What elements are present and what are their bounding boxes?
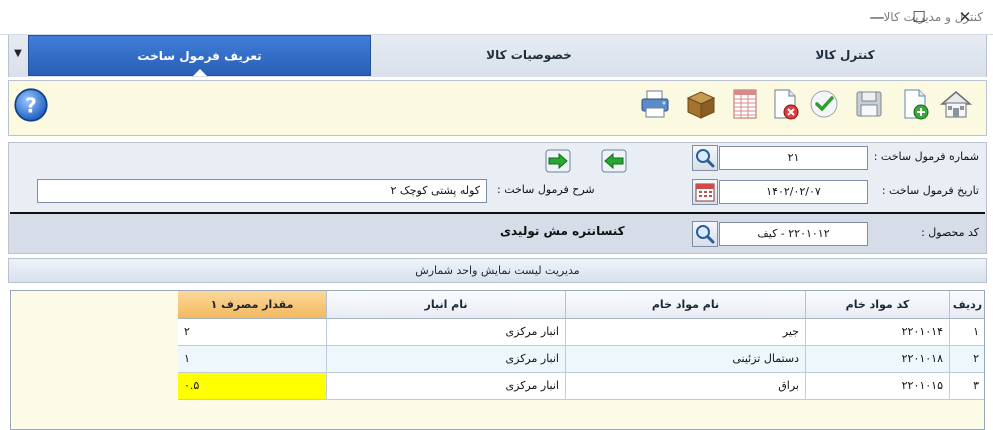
- help-glyph: ?: [25, 93, 37, 117]
- table-icon[interactable]: [727, 86, 763, 122]
- table-row-2-index[interactable]: ۲: [950, 346, 984, 373]
- table-row-1-name[interactable]: جیر: [566, 319, 806, 346]
- table-row-2-name[interactable]: دستمال تزئینی: [566, 346, 806, 373]
- table-row-1-quantity[interactable]: ۲: [178, 319, 327, 346]
- delete-document-icon[interactable]: [767, 86, 803, 122]
- tab-dropdown-arrow-icon[interactable]: ▼: [11, 47, 25, 61]
- table-row-2-code[interactable]: ۲۲۰۱۰۱۸: [806, 346, 950, 373]
- product-code-label: کد محصول :: [921, 226, 979, 239]
- table-row-3-warehouse[interactable]: انبار مرکزی: [327, 373, 566, 400]
- product-code-field[interactable]: ۲۲۰۱۰۱۲ - کیف: [719, 222, 868, 246]
- tab-product-control[interactable]: کنترل کالا: [705, 35, 985, 76]
- previous-arrow-icon: [601, 149, 627, 173]
- help-icon[interactable]: ?: [13, 87, 48, 122]
- maximize-button[interactable]: ☐: [904, 6, 934, 28]
- toolbar: ?: [8, 80, 987, 136]
- column-header-row[interactable]: ردیف: [950, 291, 984, 319]
- column-header-name[interactable]: نام مواد خام: [566, 291, 806, 319]
- date-picker-button[interactable]: [692, 179, 718, 205]
- formula-number-field[interactable]: ۲۱: [719, 146, 868, 170]
- confirm-icon[interactable]: [806, 86, 842, 122]
- formula-date-field[interactable]: ۱۴۰۲/۰۲/۰۷: [719, 180, 868, 204]
- next-arrow-icon: [545, 149, 571, 173]
- table-row-1-code[interactable]: ۲۲۰۱۰۱۴: [806, 319, 950, 346]
- product-name: کنسانتره مش تولیدی: [500, 224, 625, 238]
- tab-strip: ▼ کنترل کالا خصوصیات کالا تعریف فرمول سا…: [8, 35, 987, 77]
- table-row-2-warehouse[interactable]: انبار مرکزی: [327, 346, 566, 373]
- next-record-button[interactable]: [542, 146, 574, 176]
- minimize-button[interactable]: —: [862, 6, 892, 28]
- table-row-2-quantity[interactable]: ۱: [178, 346, 327, 373]
- tab-product-properties[interactable]: خصوصیات کالا: [379, 35, 679, 76]
- save-icon[interactable]: [851, 86, 887, 122]
- title-bar: کنترل و مدیریت کالا — ☐ ✕: [0, 0, 993, 35]
- tab-build-formula[interactable]: تعریف فرمول ساخت: [28, 35, 371, 76]
- formula-number-label: شماره فرمول ساخت :: [873, 150, 979, 163]
- materials-grid: ردیف کد مواد خام نام مواد خام نام انبار …: [10, 290, 985, 430]
- column-header-code[interactable]: کد مواد خام: [806, 291, 950, 319]
- search-icon: [696, 225, 715, 244]
- table-row-3-name[interactable]: براق: [566, 373, 806, 400]
- column-header-quantity[interactable]: مقدار مصرف ۱: [178, 291, 327, 319]
- table-row-1-warehouse[interactable]: انبار مرکزی: [327, 319, 566, 346]
- product-search-button[interactable]: [692, 221, 718, 247]
- description-field[interactable]: کوله پشتی کوچک ۲: [37, 179, 487, 203]
- formula-search-button[interactable]: [692, 145, 718, 171]
- table-row-3-index[interactable]: ۳: [950, 373, 984, 400]
- close-button[interactable]: ✕: [950, 6, 980, 28]
- search-icon: [696, 149, 715, 168]
- box-icon[interactable]: [683, 86, 719, 122]
- home-icon[interactable]: [938, 86, 974, 122]
- new-document-icon[interactable]: [897, 86, 933, 122]
- print-icon[interactable]: [637, 86, 673, 122]
- table-row-1-index[interactable]: ۱: [950, 319, 984, 346]
- calendar-icon: [695, 183, 715, 202]
- unit-list-management-bar[interactable]: مدیریت لیست نمایش واحد شمارش: [8, 258, 987, 283]
- description-label: شرح فرمول ساخت :: [497, 183, 595, 196]
- column-header-warehouse[interactable]: نام انبار: [327, 291, 566, 319]
- table-row-3-quantity-selected[interactable]: ۰.۵: [178, 373, 327, 400]
- formula-date-label: تاریخ فرمول ساخت :: [881, 184, 979, 197]
- previous-record-button[interactable]: [598, 146, 630, 176]
- table-row-3-code[interactable]: ۲۲۰۱۰۱۵: [806, 373, 950, 400]
